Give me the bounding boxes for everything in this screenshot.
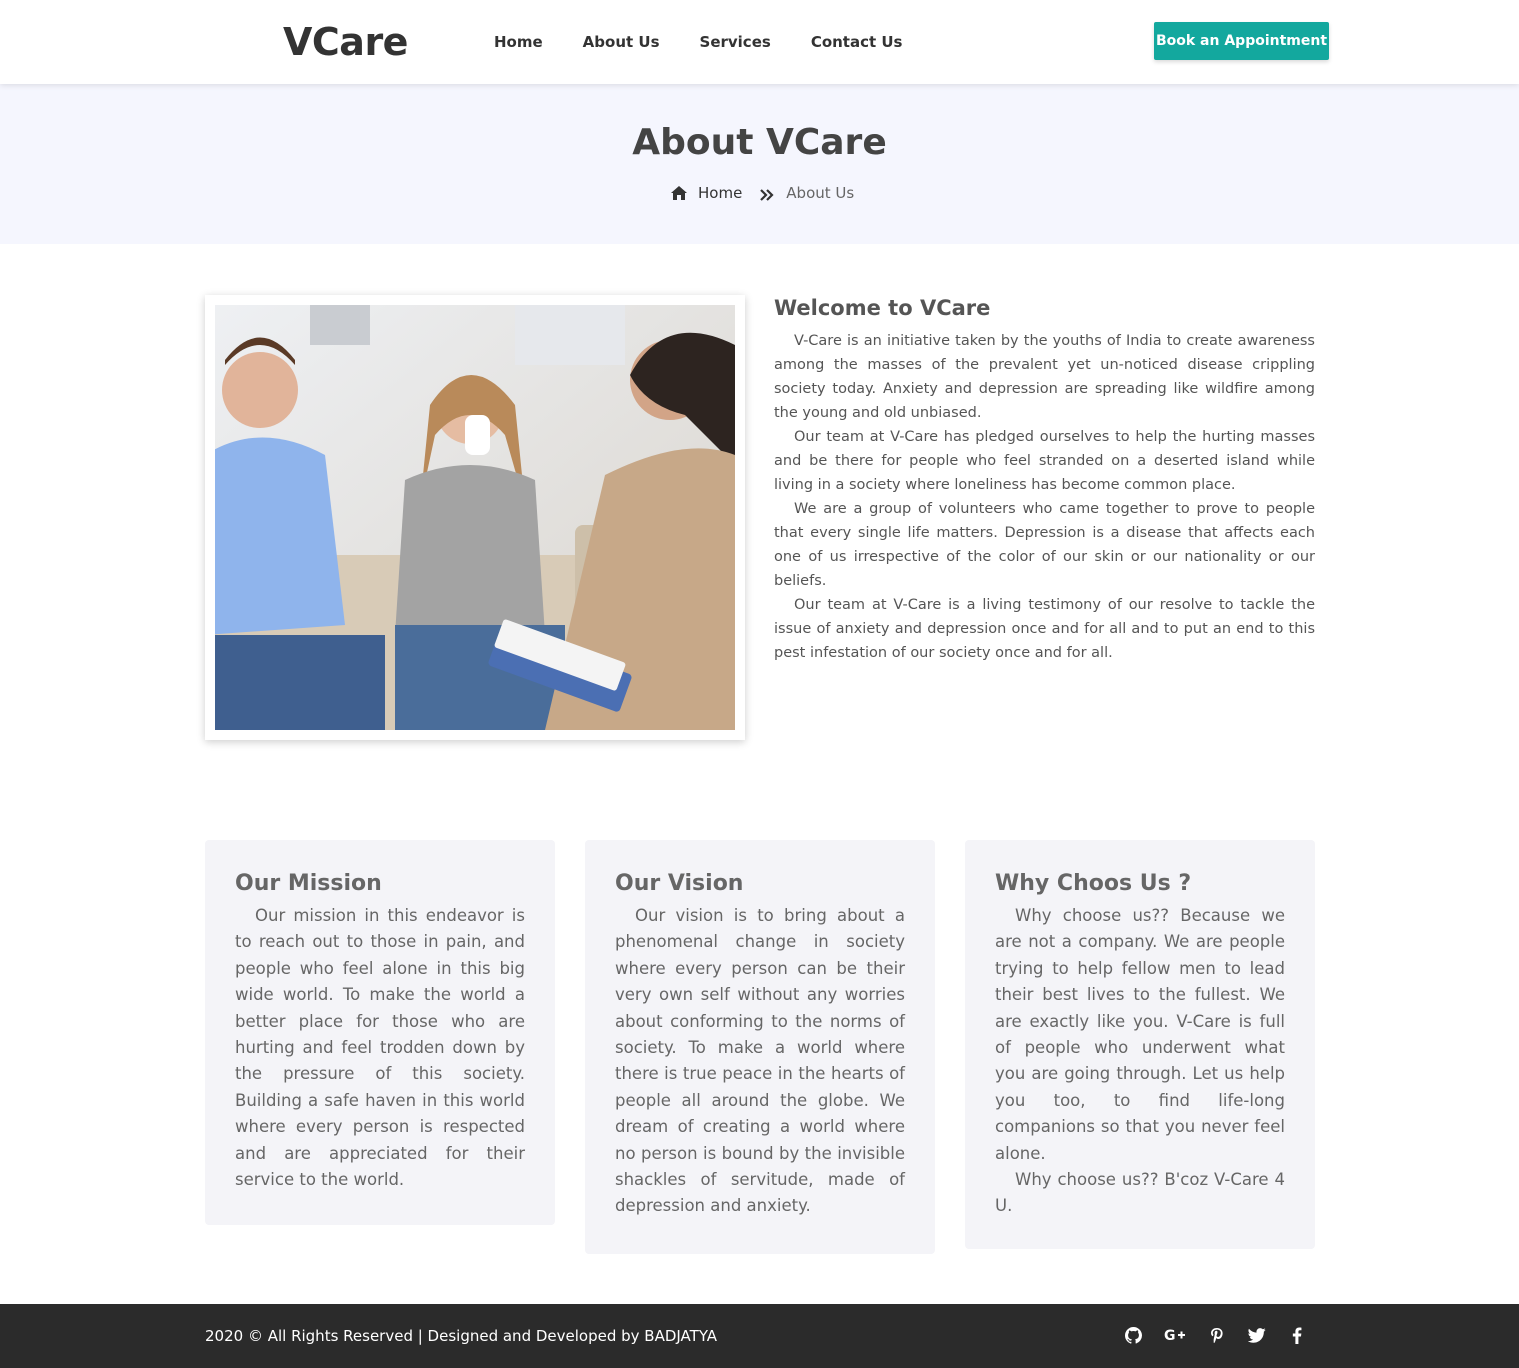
facebook-icon[interactable]: [1288, 1325, 1306, 1345]
breadcrumb: Home About Us: [670, 184, 854, 202]
card-text: Our mission in this endeavor is to reach…: [235, 906, 525, 1190]
card-text: Why choose us?? B'coz V-Care 4 U.: [995, 1170, 1285, 1216]
twitter-icon[interactable]: [1248, 1325, 1266, 1345]
welcome-paragraph: Our team at V-Care is a living testimony…: [774, 597, 1315, 661]
page-title: About VCare: [632, 122, 887, 163]
nav-contact-us[interactable]: Contact Us: [811, 33, 903, 51]
why-choose-us-card: Why Choos Us ? Why choose us?? Because w…: [965, 840, 1315, 1249]
github-icon[interactable]: [1124, 1325, 1142, 1345]
social-links: G: [1124, 1325, 1306, 1345]
google-plus-icon[interactable]: G: [1164, 1325, 1186, 1345]
page-banner: About VCare Home About Us: [0, 84, 1519, 244]
breadcrumb-current: About Us: [786, 184, 855, 202]
book-appointment-button[interactable]: Book an Appointment: [1154, 22, 1329, 60]
copyright-text: 2020 © All Rights Reserved | Designed an…: [205, 1327, 718, 1345]
pinterest-icon[interactable]: [1208, 1325, 1226, 1345]
nav-about-us[interactable]: About Us: [583, 33, 660, 51]
counseling-photo: [215, 305, 735, 730]
nav-home[interactable]: Home: [494, 33, 543, 51]
welcome-title: Welcome to VCare: [774, 296, 991, 320]
double-chevron-right-icon: [760, 187, 774, 201]
breadcrumb-home-link[interactable]: Home: [698, 184, 742, 202]
site-footer: 2020 © All Rights Reserved | Designed an…: [0, 1304, 1519, 1368]
vision-card: Our Vision Our vision is to bring about …: [585, 840, 935, 1254]
card-text: Why choose us?? Because we are not a com…: [995, 906, 1285, 1163]
site-header: VCare Home About Us Services Contact Us …: [0, 0, 1519, 84]
card-title: Our Mission: [235, 871, 382, 896]
card-title: Our Vision: [615, 871, 744, 896]
welcome-paragraph: V-Care is an initiative taken by the you…: [774, 333, 1315, 421]
welcome-paragraph: We are a group of volunteers who came to…: [774, 501, 1315, 589]
main-nav: Home About Us Services Contact Us: [494, 33, 903, 51]
card-text: Our vision is to bring about a phenomena…: [615, 906, 905, 1216]
site-logo[interactable]: VCare: [283, 20, 408, 64]
about-image-frame: [205, 295, 745, 740]
mission-card: Our Mission Our mission in this endeavor…: [205, 840, 555, 1225]
welcome-paragraph: Our team at V-Care has pledged ourselves…: [774, 429, 1315, 493]
welcome-section: Welcome to VCare V-Care is an initiative…: [774, 296, 1315, 665]
home-icon[interactable]: [670, 185, 688, 201]
card-title: Why Choos Us ?: [995, 871, 1192, 896]
svg-text:G: G: [1164, 1328, 1176, 1343]
nav-services[interactable]: Services: [700, 33, 771, 51]
